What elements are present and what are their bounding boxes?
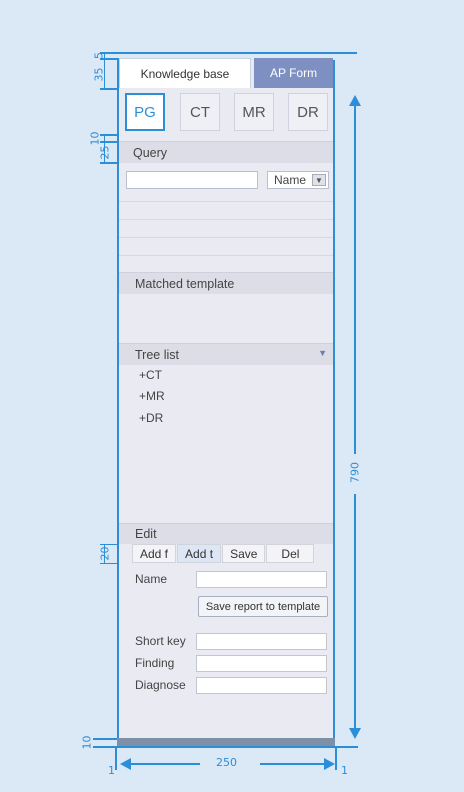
tree-list-header-label: Tree list xyxy=(135,347,179,362)
dim-text-1-right: 1 xyxy=(341,764,348,777)
chevron-down-icon[interactable]: ▼ xyxy=(318,348,327,358)
query-field-select[interactable]: Name ▼ xyxy=(267,171,329,189)
edit-header: Edit xyxy=(119,523,333,544)
dim-text-20: 20 xyxy=(98,546,112,561)
result-row[interactable] xyxy=(119,201,333,202)
dim-line-bottom-b xyxy=(93,746,358,748)
arrow-down-icon xyxy=(349,728,361,739)
modality-ct-button[interactable]: CT xyxy=(180,93,220,131)
tree-item-mr[interactable]: +MR xyxy=(139,389,165,403)
delete-button[interactable]: Del xyxy=(266,544,315,563)
dim-text-790: 790 xyxy=(348,462,362,483)
result-row[interactable] xyxy=(119,255,333,256)
diagnose-label: Diagnose xyxy=(135,678,186,692)
name-label: Name xyxy=(135,572,168,586)
short-key-label: Short key xyxy=(135,634,186,648)
dim-text-25: 25 xyxy=(98,145,112,160)
add-folder-button[interactable]: Add f xyxy=(132,544,177,563)
dim-vline-bottom-left xyxy=(115,746,117,770)
edit-tabs: Add f Add t Save Del xyxy=(132,544,315,563)
tab-ap-form[interactable]: AP Form xyxy=(254,58,333,88)
dim-text-10-bottom: 10 xyxy=(80,735,94,750)
arrow-right-icon xyxy=(324,758,335,770)
dim-hline-bottom-right xyxy=(260,763,325,765)
modality-mr-button[interactable]: MR xyxy=(234,93,274,131)
query-input[interactable] xyxy=(126,171,258,189)
dim-vline-bottom-right xyxy=(335,746,337,770)
arrow-left-icon xyxy=(120,758,131,770)
dim-text-1-left: 1 xyxy=(108,764,115,777)
modality-pg-button[interactable]: PG xyxy=(125,93,165,131)
short-key-field[interactable] xyxy=(196,633,327,650)
diagnose-field[interactable] xyxy=(196,677,327,694)
save-report-to-template-button[interactable]: Save report to template xyxy=(198,596,328,617)
dim-text-250: 250 xyxy=(216,756,237,769)
dim-vline-right-upper xyxy=(354,104,356,454)
tree-list-header[interactable]: Tree list ▼ xyxy=(119,343,333,365)
name-field[interactable] xyxy=(196,571,327,588)
add-template-button[interactable]: Add t xyxy=(177,544,222,563)
tree-item-ct[interactable]: +CT xyxy=(139,368,162,382)
footer-bar xyxy=(117,738,335,746)
arrow-up-icon xyxy=(349,95,361,106)
query-header: Query xyxy=(119,141,333,163)
tab-bar: Knowledge base AP Form xyxy=(117,58,335,88)
dim-line-top xyxy=(100,52,357,54)
result-row[interactable] xyxy=(119,237,333,238)
result-row[interactable] xyxy=(119,219,333,220)
query-field-select-value: Name xyxy=(274,173,307,187)
finding-label: Finding xyxy=(135,656,175,670)
tab-knowledge-base[interactable]: Knowledge base xyxy=(119,58,251,88)
dim-text-35: 35 xyxy=(92,67,106,82)
finding-field[interactable] xyxy=(196,655,327,672)
dim-vline-right-lower xyxy=(354,494,356,728)
save-button[interactable]: Save xyxy=(222,544,266,563)
tree-item-dr[interactable]: +DR xyxy=(139,411,163,425)
chevron-down-icon[interactable]: ▼ xyxy=(312,174,326,186)
dim-hline-bottom-left xyxy=(130,763,200,765)
matched-template-header: Matched template xyxy=(119,272,333,294)
modality-dr-button[interactable]: DR xyxy=(288,93,328,131)
